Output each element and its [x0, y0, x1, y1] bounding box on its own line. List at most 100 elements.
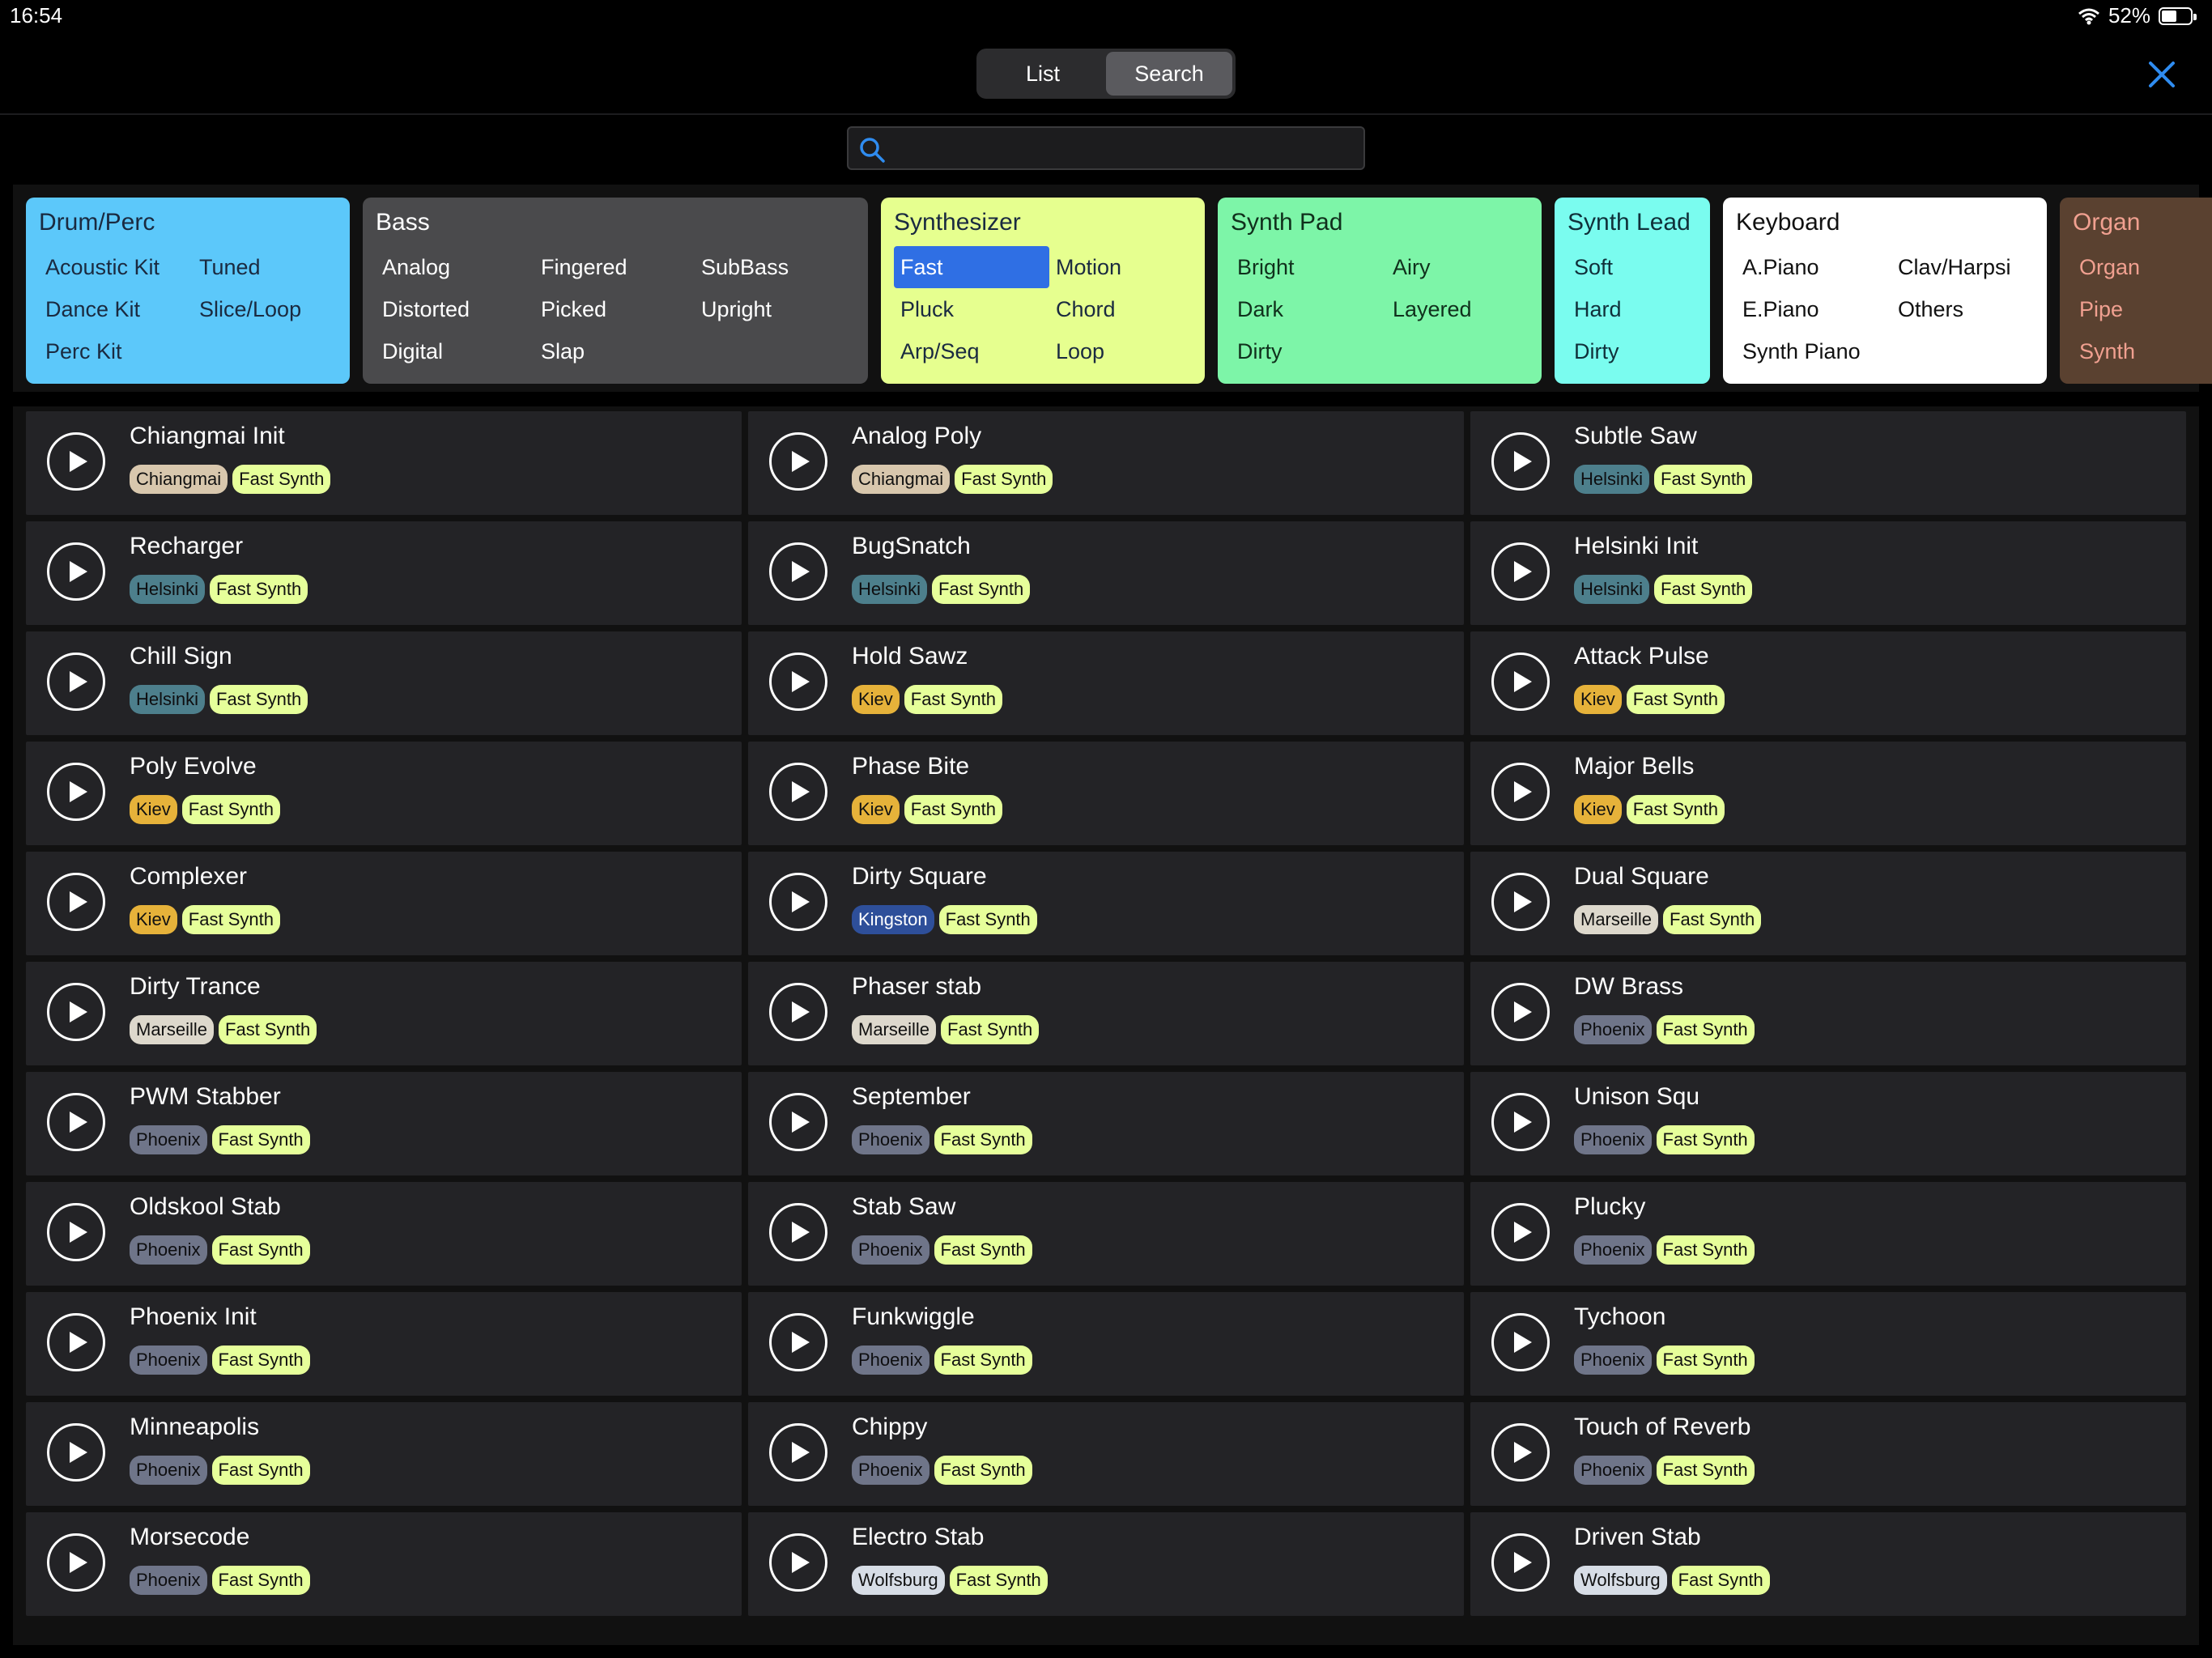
play-icon[interactable]: [769, 432, 827, 491]
preset-card[interactable]: Driven Stab Wolfsburg Fast Synth: [1470, 1512, 2186, 1616]
preset-card[interactable]: Plucky Phoenix Fast Synth: [1470, 1182, 2186, 1286]
preset-card[interactable]: Subtle Saw Helsinki Fast Synth: [1470, 411, 2186, 515]
play-icon[interactable]: [769, 763, 827, 821]
preset-card[interactable]: Chiangmai Init Chiangmai Fast Synth: [26, 411, 742, 515]
preset-card[interactable]: Major Bells Kiev Fast Synth: [1470, 742, 2186, 845]
preset-card[interactable]: PWM Stabber Phoenix Fast Synth: [26, 1072, 742, 1175]
subcategory-layered[interactable]: Layered: [1386, 288, 1542, 330]
preset-card[interactable]: Phaser stab Marseille Fast Synth: [748, 962, 1464, 1065]
subcategory-slap[interactable]: Slap: [534, 330, 695, 372]
close-icon[interactable]: [2146, 58, 2178, 91]
play-icon[interactable]: [1491, 1093, 1550, 1151]
subcategory-synth-piano[interactable]: Synth Piano: [1736, 330, 1891, 372]
preset-card[interactable]: Touch of Reverb Phoenix Fast Synth: [1470, 1402, 2186, 1506]
subcategory-airy[interactable]: Airy: [1386, 246, 1542, 288]
preset-card[interactable]: Electro Stab Wolfsburg Fast Synth: [748, 1512, 1464, 1616]
subcategory-hard[interactable]: Hard: [1568, 288, 1705, 330]
subcategory-fast[interactable]: Fast: [894, 246, 1049, 288]
play-icon[interactable]: [1491, 1203, 1550, 1261]
preset-card[interactable]: Morsecode Phoenix Fast Synth: [26, 1512, 742, 1616]
subcategory-dark[interactable]: Dark: [1231, 288, 1386, 330]
preset-card[interactable]: Analog Poly Chiangmai Fast Synth: [748, 411, 1464, 515]
play-icon[interactable]: [47, 983, 105, 1041]
preset-card[interactable]: Stab Saw Phoenix Fast Synth: [748, 1182, 1464, 1286]
preset-card[interactable]: Tychoon Phoenix Fast Synth: [1470, 1292, 2186, 1396]
preset-card[interactable]: Dirty Square Kingston Fast Synth: [748, 852, 1464, 955]
category-title[interactable]: Drum/Perc: [39, 209, 337, 236]
play-icon[interactable]: [769, 1313, 827, 1371]
subcategory-others[interactable]: Others: [1891, 288, 2047, 330]
subcategory-digital[interactable]: Digital: [376, 330, 534, 372]
subcategory-organ[interactable]: Organ: [2073, 246, 2212, 288]
subcategory-upright[interactable]: Upright: [695, 288, 857, 330]
category-title[interactable]: Synthesizer: [894, 209, 1192, 236]
category-title[interactable]: Synth Lead: [1568, 209, 1697, 236]
preset-card[interactable]: BugSnatch Helsinki Fast Synth: [748, 521, 1464, 625]
play-icon[interactable]: [769, 542, 827, 601]
play-icon[interactable]: [769, 873, 827, 931]
subcategory-picked[interactable]: Picked: [534, 288, 695, 330]
search-input[interactable]: [897, 133, 1354, 165]
preset-card[interactable]: Chill Sign Helsinki Fast Synth: [26, 631, 742, 735]
subcategory-perc-kit[interactable]: Perc Kit: [39, 330, 193, 372]
subcategory-subbass[interactable]: SubBass: [695, 246, 857, 288]
preset-card[interactable]: Unison Squ Phoenix Fast Synth: [1470, 1072, 2186, 1175]
subcategory-chord[interactable]: Chord: [1049, 288, 1205, 330]
tab-search[interactable]: Search: [1106, 52, 1232, 96]
subcategory-loop[interactable]: Loop: [1049, 330, 1205, 372]
subcategory-pipe[interactable]: Pipe: [2073, 288, 2212, 330]
preset-card[interactable]: Helsinki Init Helsinki Fast Synth: [1470, 521, 2186, 625]
category-title[interactable]: Bass: [376, 209, 855, 236]
preset-card[interactable]: Funkwiggle Phoenix Fast Synth: [748, 1292, 1464, 1396]
preset-card[interactable]: Attack Pulse Kiev Fast Synth: [1470, 631, 2186, 735]
play-icon[interactable]: [769, 1093, 827, 1151]
play-icon[interactable]: [1491, 1313, 1550, 1371]
play-icon[interactable]: [1491, 873, 1550, 931]
preset-card[interactable]: Minneapolis Phoenix Fast Synth: [26, 1402, 742, 1506]
play-icon[interactable]: [1491, 763, 1550, 821]
play-icon[interactable]: [47, 1313, 105, 1371]
preset-card[interactable]: Hold Sawz Kiev Fast Synth: [748, 631, 1464, 735]
play-icon[interactable]: [47, 1093, 105, 1151]
subcategory-dance-kit[interactable]: Dance Kit: [39, 288, 193, 330]
preset-card[interactable]: DW Brass Phoenix Fast Synth: [1470, 962, 2186, 1065]
play-icon[interactable]: [1491, 983, 1550, 1041]
subcategory-fingered[interactable]: Fingered: [534, 246, 695, 288]
play-icon[interactable]: [47, 653, 105, 711]
preset-card[interactable]: Phoenix Init Phoenix Fast Synth: [26, 1292, 742, 1396]
subcategory-tuned[interactable]: Tuned: [193, 246, 347, 288]
play-icon[interactable]: [47, 873, 105, 931]
play-icon[interactable]: [1491, 432, 1550, 491]
preset-card[interactable]: Dual Square Marseille Fast Synth: [1470, 852, 2186, 955]
subcategory-distorted[interactable]: Distorted: [376, 288, 534, 330]
category-title[interactable]: Organ: [2073, 209, 2209, 236]
subcategory-synth[interactable]: Synth: [2073, 330, 2212, 372]
play-icon[interactable]: [769, 653, 827, 711]
preset-card[interactable]: Chippy Phoenix Fast Synth: [748, 1402, 1464, 1506]
subcategory-a-piano[interactable]: A.Piano: [1736, 246, 1891, 288]
play-icon[interactable]: [769, 983, 827, 1041]
preset-card[interactable]: Complexer Kiev Fast Synth: [26, 852, 742, 955]
play-icon[interactable]: [1491, 542, 1550, 601]
category-title[interactable]: Keyboard: [1736, 209, 2034, 236]
play-icon[interactable]: [47, 1423, 105, 1482]
subcategory-bright[interactable]: Bright: [1231, 246, 1386, 288]
preset-card[interactable]: Recharger Helsinki Fast Synth: [26, 521, 742, 625]
play-icon[interactable]: [1491, 1423, 1550, 1482]
subcategory-dirty[interactable]: Dirty: [1568, 330, 1705, 372]
play-icon[interactable]: [769, 1423, 827, 1482]
subcategory-e-piano[interactable]: E.Piano: [1736, 288, 1891, 330]
subcategory-soft[interactable]: Soft: [1568, 246, 1705, 288]
play-icon[interactable]: [47, 542, 105, 601]
play-icon[interactable]: [1491, 653, 1550, 711]
subcategory-motion[interactable]: Motion: [1049, 246, 1205, 288]
preset-card[interactable]: Oldskool Stab Phoenix Fast Synth: [26, 1182, 742, 1286]
subcategory-slice-loop[interactable]: Slice/Loop: [193, 288, 347, 330]
play-icon[interactable]: [769, 1203, 827, 1261]
play-icon[interactable]: [769, 1533, 827, 1592]
play-icon[interactable]: [47, 1203, 105, 1261]
play-icon[interactable]: [47, 1533, 105, 1592]
tab-list[interactable]: List: [980, 52, 1106, 96]
subcategory-pluck[interactable]: Pluck: [894, 288, 1049, 330]
play-icon[interactable]: [47, 432, 105, 491]
